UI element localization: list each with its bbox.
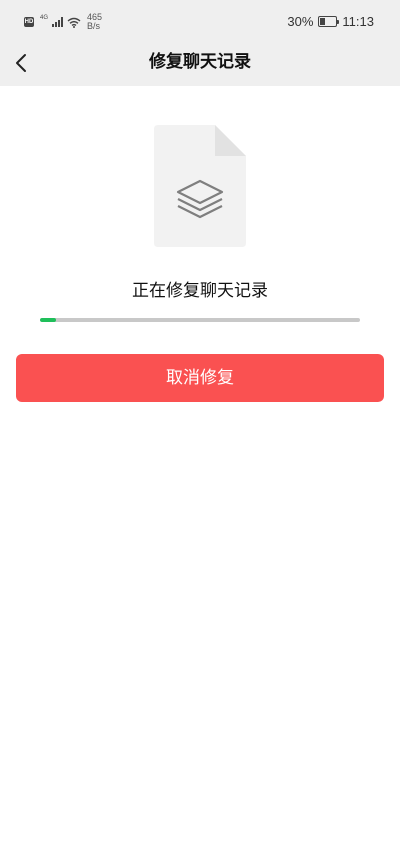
status-time: 11:13 bbox=[342, 14, 374, 29]
network-speed: 465 B/s bbox=[87, 13, 102, 31]
repair-status-text: 正在修复聊天记录 bbox=[132, 281, 268, 301]
repair-progress-fill bbox=[40, 318, 56, 322]
wifi-icon bbox=[67, 17, 81, 28]
status-bar: HD 4G 465 B/s 30% 11:13 bbox=[0, 0, 400, 44]
top-area: HD 4G 465 B/s 30% 11:13 修复聊天记录 bbox=[0, 0, 400, 86]
hd-badge: HD bbox=[24, 17, 34, 27]
battery-icon bbox=[318, 16, 340, 27]
file-illustration bbox=[154, 125, 246, 247]
file-icon bbox=[154, 125, 246, 247]
battery-level bbox=[320, 18, 326, 25]
repair-progress-bar bbox=[40, 318, 360, 322]
battery-percent: 30% bbox=[287, 14, 314, 29]
cell-network-label: 4G bbox=[40, 15, 49, 21]
network-speed-unit: B/s bbox=[87, 21, 101, 31]
cancel-repair-button[interactable]: 取消修复 bbox=[16, 354, 384, 402]
nav-bar: 修复聊天记录 bbox=[0, 44, 400, 86]
signal-icon bbox=[52, 17, 64, 27]
page-title: 修复聊天记录 bbox=[149, 52, 251, 72]
status-left: HD 4G 465 B/s bbox=[24, 10, 102, 34]
status-right: 30% 11:13 bbox=[287, 14, 374, 29]
